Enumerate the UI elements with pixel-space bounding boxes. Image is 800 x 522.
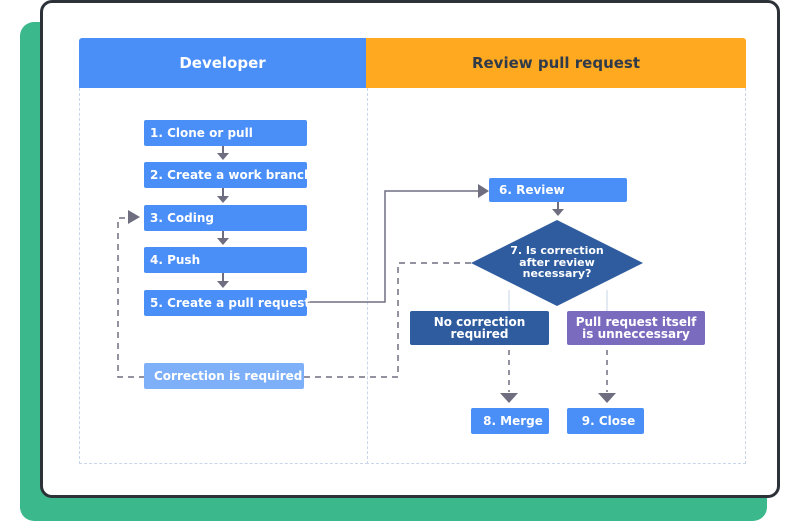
step-8-merge[interactable]: 8. Merge <box>471 408 549 434</box>
arrow-1-2 <box>217 146 229 160</box>
no-correction-required-box[interactable]: No correction required <box>410 311 549 345</box>
step-6-review[interactable]: 6. Review <box>489 178 627 202</box>
no-correction-line-2: required <box>450 327 509 341</box>
arrow-to-close <box>598 350 616 403</box>
correction-required-box[interactable]: Correction is required <box>144 363 304 389</box>
decision-label: 7. Is correction after review necessary? <box>497 245 617 280</box>
pull-request-unnecessary-box[interactable]: Pull request itself is unneccessary <box>567 311 705 345</box>
step-4-push[interactable]: 4. Push <box>144 247 307 273</box>
arrow-2-3 <box>217 188 229 203</box>
connectors <box>117 146 643 403</box>
connector-5-to-6 <box>307 184 489 303</box>
step-9-close[interactable]: 9. Close <box>567 408 644 434</box>
step-3-coding[interactable]: 3. Coding <box>144 205 307 231</box>
step-2-create-work-branch[interactable]: 2. Create a work branch <box>144 162 313 188</box>
arrow-to-merge <box>500 350 518 403</box>
unnecessary-line-2: is unneccessary <box>582 327 690 341</box>
decision-label-line-3: necessary? <box>522 267 592 280</box>
arrow-3-4 <box>217 231 229 245</box>
step-5-create-pull-request[interactable]: 5. Create a pull request <box>144 290 310 316</box>
arrow-6-7 <box>552 202 564 216</box>
arrow-4-5 <box>217 273 229 288</box>
step-1-clone-or-pull[interactable]: 1. Clone or pull <box>144 120 307 146</box>
decision-label-line-1: 7. Is correction <box>510 244 604 257</box>
